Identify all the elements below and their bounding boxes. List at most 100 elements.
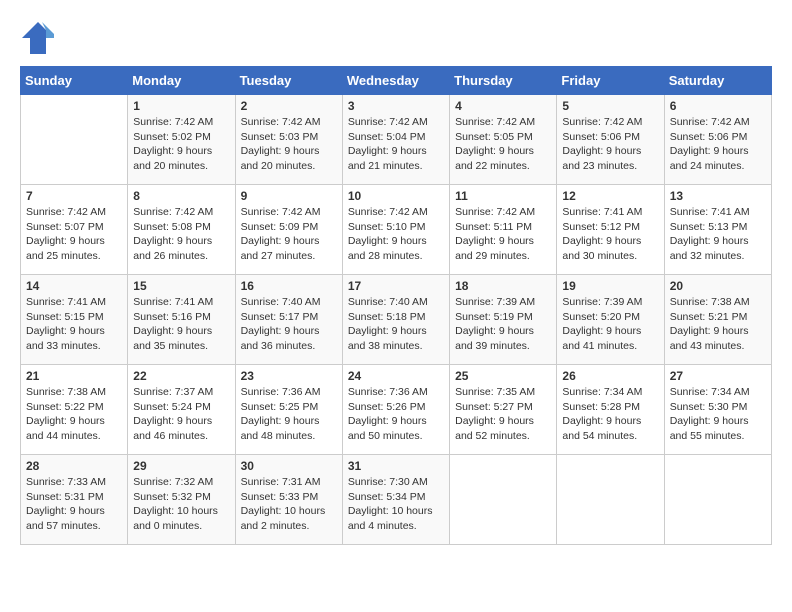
calendar-cell: 9Sunrise: 7:42 AMSunset: 5:09 PMDaylight… [235,185,342,275]
day-content-line: Daylight: 9 hours and 25 minutes. [26,235,105,262]
day-number: 4 [455,99,551,113]
day-content-line: Daylight: 9 hours and 50 minutes. [348,415,427,442]
day-content-line: Sunset: 5:05 PM [455,131,533,143]
day-content-line: Sunset: 5:18 PM [348,311,426,323]
calendar-cell: 17Sunrise: 7:40 AMSunset: 5:18 PMDayligh… [342,275,449,365]
day-content: Sunrise: 7:41 AMSunset: 5:15 PMDaylight:… [26,295,122,354]
day-content-line: Sunrise: 7:30 AM [348,476,428,488]
calendar-cell: 6Sunrise: 7:42 AMSunset: 5:06 PMDaylight… [664,95,771,185]
day-number: 24 [348,369,444,383]
day-content-line: Sunrise: 7:40 AM [348,296,428,308]
day-number: 26 [562,369,658,383]
day-content-line: Sunset: 5:30 PM [670,401,748,413]
day-number: 5 [562,99,658,113]
day-content-line: Daylight: 9 hours and 26 minutes. [133,235,212,262]
day-header-sunday: Sunday [21,67,128,95]
day-header-friday: Friday [557,67,664,95]
day-content: Sunrise: 7:32 AMSunset: 5:32 PMDaylight:… [133,475,229,534]
day-number: 27 [670,369,766,383]
day-content-line: Sunset: 5:21 PM [670,311,748,323]
day-content-line: Sunset: 5:33 PM [241,491,319,503]
day-number: 16 [241,279,337,293]
day-content: Sunrise: 7:42 AMSunset: 5:10 PMDaylight:… [348,205,444,264]
day-content-line: Sunset: 5:06 PM [562,131,640,143]
day-content-line: Sunrise: 7:41 AM [26,296,106,308]
day-content-line: Sunset: 5:16 PM [133,311,211,323]
day-content: Sunrise: 7:42 AMSunset: 5:05 PMDaylight:… [455,115,551,174]
day-number: 31 [348,459,444,473]
calendar-cell [450,455,557,545]
day-content-line: Sunset: 5:22 PM [26,401,104,413]
day-content: Sunrise: 7:36 AMSunset: 5:25 PMDaylight:… [241,385,337,444]
day-number: 12 [562,189,658,203]
day-number: 28 [26,459,122,473]
calendar-cell: 7Sunrise: 7:42 AMSunset: 5:07 PMDaylight… [21,185,128,275]
day-content-line: Daylight: 9 hours and 55 minutes. [670,415,749,442]
day-content-line: Sunrise: 7:39 AM [455,296,535,308]
day-content-line: Daylight: 9 hours and 23 minutes. [562,145,641,172]
calendar-body: 1 Sunrise: 7:42 AMSunset: 5:02 PMDaylight… [21,95,772,545]
day-header-thursday: Thursday [450,67,557,95]
day-content-line: Sunrise: 7:42 AM [562,116,642,128]
day-header-wednesday: Wednesday [342,67,449,95]
day-content-line: Sunset: 5:17 PM [241,311,319,323]
calendar-cell [21,95,128,185]
calendar-cell: 8Sunrise: 7:42 AMSunset: 5:08 PMDaylight… [128,185,235,275]
calendar-cell: 31Sunrise: 7:30 AMSunset: 5:34 PMDayligh… [342,455,449,545]
day-content-line: Daylight: 9 hours and 29 minutes. [455,235,534,262]
day-content-line: Daylight: 9 hours and 52 minutes. [455,415,534,442]
day-content-line: Daylight: 9 hours and 39 minutes. [455,325,534,352]
day-content-line: Sunset: 5:13 PM [670,221,748,233]
calendar-cell: 28Sunrise: 7:33 AMSunset: 5:31 PMDayligh… [21,455,128,545]
day-number: 21 [26,369,122,383]
calendar-cell: 18Sunrise: 7:39 AMSunset: 5:19 PMDayligh… [450,275,557,365]
day-number: 9 [241,189,337,203]
day-content-line: Sunrise: 7:37 AM [133,386,213,398]
day-number: 19 [562,279,658,293]
day-content-line: Sunset: 5:28 PM [562,401,640,413]
day-content: Sunrise: 7:42 AMSunset: 5:11 PMDaylight:… [455,205,551,264]
day-content-line: Daylight: 9 hours and 30 minutes. [562,235,641,262]
calendar-week-3: 14Sunrise: 7:41 AMSunset: 5:15 PMDayligh… [21,275,772,365]
calendar-week-2: 7Sunrise: 7:42 AMSunset: 5:07 PMDaylight… [21,185,772,275]
day-content: Sunrise: 7:42 AMSunset: 5:04 PMDaylight:… [348,115,444,174]
day-content-line: Sunset: 5:07 PM [26,221,104,233]
day-content-line: Sunrise: 7:42 AM [133,206,213,218]
day-content-line: Sunrise: 7:42 AM [241,206,321,218]
day-content: Sunrise: 7:42 AMSunset: 5:02 PMDaylight:… [133,115,229,174]
day-content: Sunrise: 7:41 AMSunset: 5:13 PMDaylight:… [670,205,766,264]
calendar-week-1: 1 Sunrise: 7:42 AMSunset: 5:02 PMDaylight… [21,95,772,185]
calendar-cell: 21Sunrise: 7:38 AMSunset: 5:22 PMDayligh… [21,365,128,455]
day-content-line: Sunrise: 7:31 AM [241,476,321,488]
day-content-line: Daylight: 10 hours and 2 minutes. [241,505,326,532]
day-number: 23 [241,369,337,383]
day-content: Sunrise: 7:39 AMSunset: 5:19 PMDaylight:… [455,295,551,354]
calendar-cell: 10 Sunrise: 7:42 AMSunset: 5:10 PMDayligh… [342,185,449,275]
day-content-line: Daylight: 9 hours and 28 minutes. [348,235,427,262]
calendar-cell: 22Sunrise: 7:37 AMSunset: 5:24 PMDayligh… [128,365,235,455]
day-content-line: Sunrise: 7:42 AM [670,116,750,128]
day-content: Sunrise: 7:34 AMSunset: 5:28 PMDaylight:… [562,385,658,444]
day-content-line: Sunrise: 7:42 AM [133,116,213,128]
day-content-line: Sunrise: 7:32 AM [133,476,213,488]
day-content-line: Sunrise: 7:35 AM [455,386,535,398]
day-content-line: Sunrise: 7:42 AM [241,116,321,128]
calendar-table: SundayMondayTuesdayWednesdayThursdayFrid… [20,66,772,545]
day-content: Sunrise: 7:41 AMSunset: 5:12 PMDaylight:… [562,205,658,264]
day-number: 13 [670,189,766,203]
day-content-line: Daylight: 9 hours and 43 minutes. [670,325,749,352]
day-content: Sunrise: 7:40 AMSunset: 5:18 PMDaylight:… [348,295,444,354]
day-number: 10 [348,189,444,203]
day-content-line: Daylight: 9 hours and 20 minutes. [133,145,212,172]
day-content-line: Sunset: 5:25 PM [241,401,319,413]
calendar-cell: 16Sunrise: 7:40 AMSunset: 5:17 PMDayligh… [235,275,342,365]
day-number: 1 [133,99,229,113]
calendar-cell: 1 Sunrise: 7:42 AMSunset: 5:02 PMDaylight… [128,95,235,185]
day-content-line: Sunrise: 7:38 AM [670,296,750,308]
day-content-line: Sunrise: 7:36 AM [241,386,321,398]
calendar-cell: 26 Sunrise: 7:34 AMSunset: 5:28 PMDayligh… [557,365,664,455]
day-content-line: Sunrise: 7:42 AM [348,206,428,218]
day-number: 2 [241,99,337,113]
day-number: 11 [455,189,551,203]
day-content-line: Daylight: 9 hours and 33 minutes. [26,325,105,352]
